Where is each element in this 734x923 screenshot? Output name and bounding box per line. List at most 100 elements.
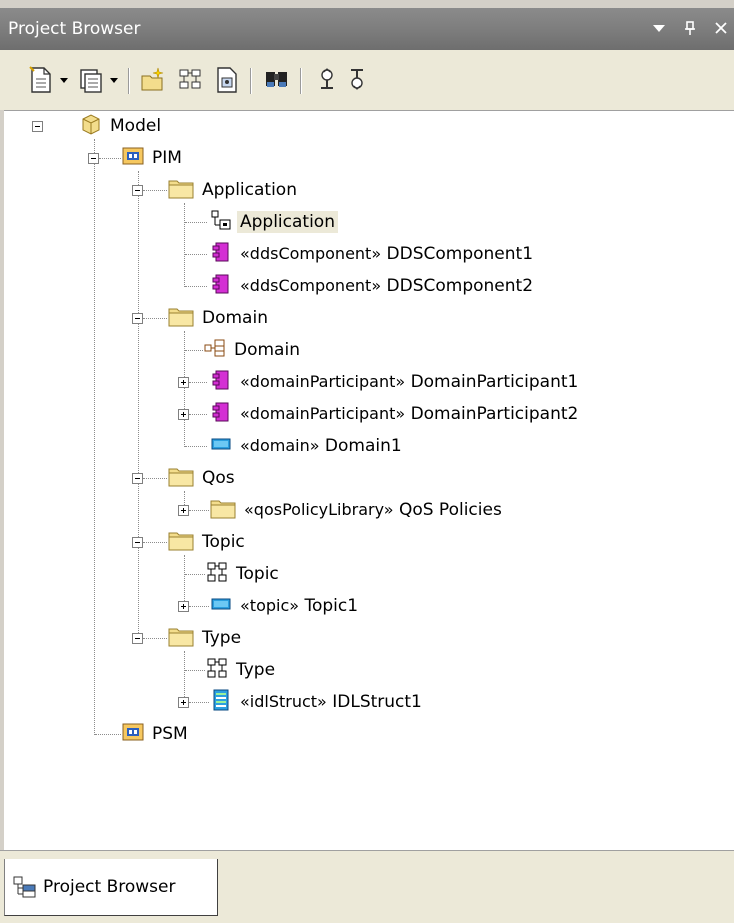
- tree-connector: [99, 158, 121, 159]
- tree-item-psm[interactable]: PSM: [122, 721, 191, 747]
- folder-icon: [168, 529, 194, 556]
- tree-item-domain1[interactable]: «domain» Domain1: [210, 433, 405, 459]
- expand-toggle[interactable]: [178, 377, 189, 388]
- expand-toggle[interactable]: [178, 409, 189, 420]
- tree-connector: [143, 542, 167, 543]
- collapse-toggle[interactable]: [132, 185, 143, 196]
- block-icon: [210, 593, 232, 620]
- tree-item-type-diagram[interactable]: Type: [206, 657, 278, 683]
- new-element-icon[interactable]: [138, 65, 168, 95]
- tree-connector: [189, 414, 207, 415]
- tree-connector: [189, 702, 209, 703]
- close-icon[interactable]: [714, 18, 728, 43]
- tree-item-ddscomponent1[interactable]: «ddsComponent» DDSComponent1: [210, 241, 536, 267]
- stereotype-label: «topic»: [240, 596, 300, 615]
- tree-item-label: Topic1: [304, 596, 359, 616]
- tree-connector: [189, 510, 209, 511]
- tree-item-domain-diagram[interactable]: Domain: [204, 337, 303, 363]
- tree-item-application-diagram[interactable]: Application: [210, 209, 338, 235]
- tree-item-domainparticipant2[interactable]: «domainParticipant» DomainParticipant2: [210, 401, 581, 427]
- new-diagram-icon[interactable]: [76, 65, 106, 95]
- folder-icon: [210, 497, 236, 524]
- tree-item-idlstruct1[interactable]: «idlStruct» IDLStruct1: [210, 689, 425, 715]
- collapse-toggle[interactable]: [32, 121, 43, 132]
- tree-item-label: Application: [237, 211, 338, 233]
- folder-icon: [168, 465, 194, 492]
- package-icon: [122, 146, 144, 171]
- tree-item-application-package[interactable]: Application: [168, 177, 300, 203]
- tree-connector: [184, 331, 185, 447]
- move-up-icon[interactable]: [312, 65, 342, 95]
- tree-item-ddscomponent2[interactable]: «ddsComponent» DDSComponent2: [210, 273, 536, 299]
- stereotype-label: «domainParticipant»: [240, 404, 406, 423]
- tree-item-label: PSM: [152, 724, 188, 744]
- stereotype-label: «ddsComponent»: [240, 244, 382, 263]
- tree-item-qos-policies[interactable]: «qosPolicyLibrary» QoS Policies: [210, 497, 505, 523]
- tree-item-label: Application: [202, 180, 297, 200]
- stereotype-label: «domain»: [240, 436, 320, 455]
- project-tree[interactable]: Model PIM Application Application «ddsCo…: [4, 110, 734, 851]
- stereotype-label: «qosPolicyLibrary»: [244, 500, 394, 519]
- collapse-toggle[interactable]: [88, 153, 99, 164]
- tree-item-label: Type: [202, 628, 242, 648]
- tree-item-topic1[interactable]: «topic» Topic1: [210, 593, 361, 619]
- expand-toggle[interactable]: [178, 505, 189, 516]
- dropdown-arrow-icon[interactable]: [652, 18, 666, 43]
- tree-connector: [94, 139, 95, 735]
- expand-toggle[interactable]: [178, 601, 189, 612]
- folder-icon: [168, 625, 194, 652]
- tree-item-qos-package[interactable]: Qos: [168, 465, 238, 491]
- class-diagram-icon: [206, 657, 228, 684]
- collapse-toggle[interactable]: [132, 473, 143, 484]
- tab-project-browser[interactable]: Project Browser: [4, 859, 218, 916]
- tree-item-label: DomainParticipant2: [410, 404, 579, 424]
- pin-icon[interactable]: [684, 18, 698, 43]
- tree-connector: [143, 478, 167, 479]
- stereotype-label: «ddsComponent»: [240, 276, 382, 295]
- tab-label: Project Browser: [43, 877, 176, 897]
- collapse-toggle[interactable]: [132, 633, 143, 644]
- hierarchy-icon[interactable]: [176, 65, 206, 95]
- title-bar[interactable]: Project Browser: [0, 8, 734, 50]
- properties-icon[interactable]: [212, 65, 242, 95]
- package-icon: [122, 722, 144, 747]
- tree-item-label: IDLStruct1: [332, 692, 422, 712]
- tree-item-label: Domain1: [324, 436, 402, 456]
- folder-icon: [168, 177, 194, 204]
- tree-item-label: Qos: [202, 468, 235, 488]
- tree-connector: [184, 651, 185, 703]
- new-diagram-dropdown-icon[interactable]: [110, 78, 118, 83]
- deployment-diagram-icon: [204, 337, 226, 364]
- tree-connector: [185, 670, 205, 671]
- component-icon: [210, 401, 232, 428]
- tree-connector: [189, 606, 209, 607]
- collapse-toggle[interactable]: [132, 313, 143, 324]
- new-document-icon[interactable]: [26, 65, 56, 95]
- move-down-icon[interactable]: [342, 65, 372, 95]
- tree-item-type-package[interactable]: Type: [168, 625, 244, 651]
- binoculars-icon[interactable]: [262, 65, 292, 95]
- component-icon: [210, 369, 232, 396]
- tree-item-domainparticipant1[interactable]: «domainParticipant» DomainParticipant1: [210, 369, 581, 395]
- tree-connector: [185, 446, 207, 447]
- tree-item-topic-diagram[interactable]: Topic: [206, 561, 282, 587]
- tree-item-topic-package[interactable]: Topic: [168, 529, 248, 555]
- tree-item-pim[interactable]: PIM: [122, 145, 185, 171]
- tree-connector: [143, 190, 167, 191]
- new-document-dropdown-icon[interactable]: [60, 78, 68, 83]
- folder-icon: [168, 305, 194, 332]
- tree-item-domain-package[interactable]: Domain: [168, 305, 271, 331]
- project-browser-window: Project Browser Model PIM Application Ap…: [0, 0, 734, 923]
- tree-item-model[interactable]: Model: [80, 113, 164, 139]
- collapse-toggle[interactable]: [132, 537, 143, 548]
- tree-connector: [189, 382, 207, 383]
- tree-item-label: Topic: [236, 564, 279, 584]
- expand-toggle[interactable]: [178, 697, 189, 708]
- tree-item-label: Model: [110, 116, 162, 136]
- block-icon: [210, 433, 232, 460]
- project-browser-icon: [13, 876, 37, 898]
- toolbar-separator: [250, 68, 252, 94]
- struct-icon: [210, 689, 232, 716]
- toolbar: [0, 50, 734, 110]
- window-title: Project Browser: [8, 19, 141, 39]
